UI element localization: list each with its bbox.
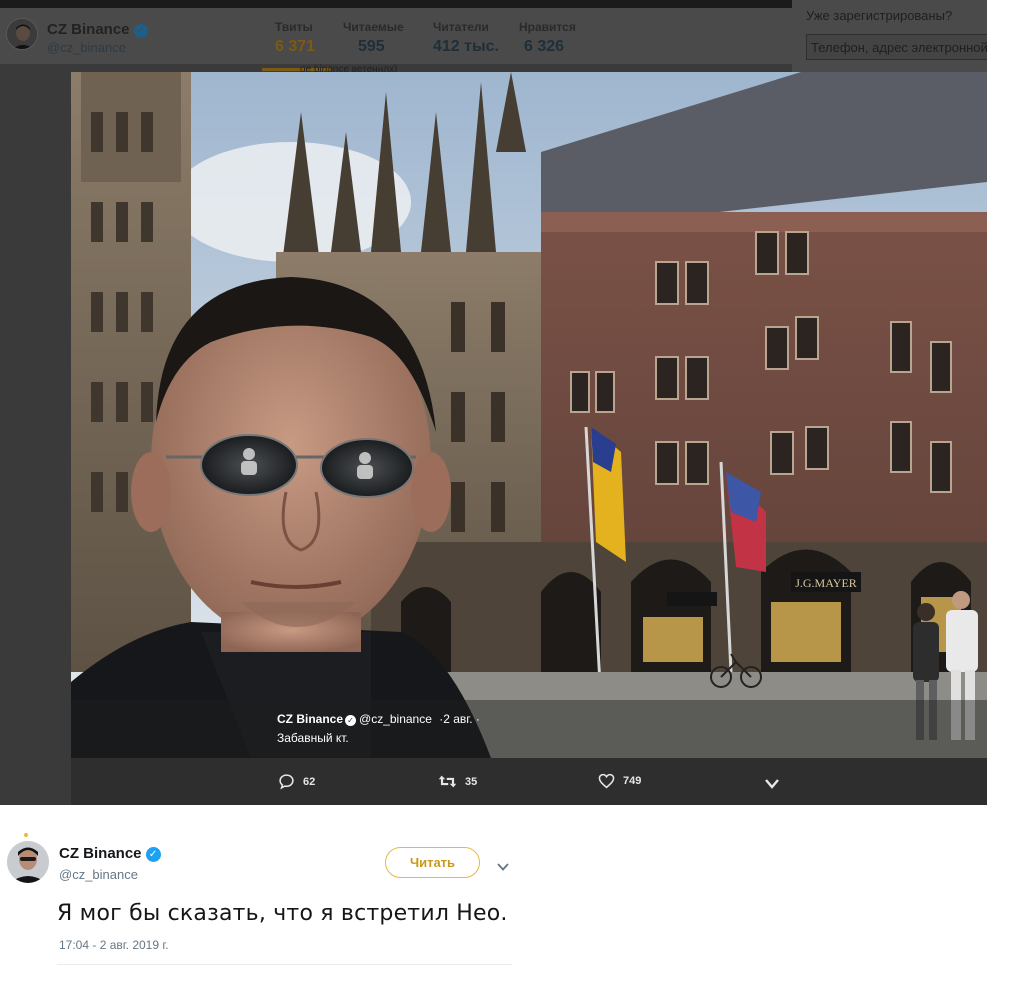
verified-icon: ✓ xyxy=(133,24,148,38)
like-count: 749 xyxy=(623,775,642,787)
more-options-button[interactable] xyxy=(765,776,779,794)
tweet-author-name[interactable]: CZ Binance ✓ xyxy=(59,845,161,862)
reply-count: 62 xyxy=(303,775,316,788)
like-button[interactable]: 749 xyxy=(598,773,641,789)
login-panel: Уже зарегистрированы? Телефон, адрес эле… xyxy=(792,0,987,72)
stat-label: Читаемые xyxy=(343,20,404,34)
stat-label: Читатели xyxy=(433,20,489,34)
tweet-card: CZ Binance ✓ @cz_binance Читать Я мог бы … xyxy=(0,805,1012,988)
tweet-text: Я мог бы сказать, что я встретил Нео. xyxy=(57,901,508,926)
tweet-avatar[interactable] xyxy=(7,841,49,883)
chevron-down-icon xyxy=(497,863,509,871)
stat-likes[interactable]: Нравится 6 326 xyxy=(519,20,576,56)
tweet-action-bar: 62 35 749 xyxy=(71,758,987,805)
stat-followers[interactable]: Читатели 412 тыс. xyxy=(433,20,499,56)
verified-icon: ✓ xyxy=(345,715,357,726)
tweet-divider xyxy=(57,964,512,965)
top-nav-strip xyxy=(0,0,792,8)
profile-name-text: CZ Binance xyxy=(47,21,130,38)
profile-name[interactable]: CZ Binance ✓ xyxy=(47,21,148,38)
decor-dot xyxy=(24,833,28,837)
retweet-icon xyxy=(438,775,457,788)
stat-tweets[interactable]: Твиты 6 371 xyxy=(275,20,315,56)
profile-handle: @cz_binance xyxy=(47,40,126,55)
login-phone-input[interactable]: Телефон, адрес электронной п xyxy=(806,34,987,60)
tweet-timestamp[interactable]: 17:04 - 2 авг. 2019 г. xyxy=(59,938,169,952)
verified-icon: ✓ xyxy=(145,847,161,862)
photo-caption: CZ Binance ✓ @cz_binance ·2 авг. · Забавны… xyxy=(71,700,987,758)
caption-handle[interactable]: @cz_binance xyxy=(359,712,432,726)
login-question: Уже зарегистрированы? xyxy=(806,8,953,23)
retweet-count: 35 xyxy=(465,775,478,788)
tweet-menu-button[interactable] xyxy=(497,858,509,876)
reply-icon xyxy=(279,774,294,790)
stat-value: 595 xyxy=(358,38,385,55)
tweet-author-name-text: CZ Binance xyxy=(59,845,142,862)
retweet-button[interactable]: 35 xyxy=(438,773,477,790)
profile-header: CZ Binance ✓ @cz_binance Твиты 6 371 Чита… xyxy=(0,8,792,75)
tweet-photo[interactable]: J.G.MAYER xyxy=(71,72,987,758)
caption-text: Забавный кт. xyxy=(277,731,349,745)
reply-button[interactable]: 62 xyxy=(278,773,315,790)
storefront-sign: J.G.MAYER xyxy=(795,576,857,590)
caption-meta: CZ Binance ✓ @cz_binance ·2 авг. · xyxy=(277,712,480,726)
follow-button[interactable]: Читать xyxy=(385,847,480,878)
tweet-author-handle[interactable]: @cz_binance xyxy=(59,867,138,882)
profile-avatar[interactable] xyxy=(6,18,38,50)
caption-name[interactable]: CZ Binance xyxy=(277,712,343,726)
stat-following[interactable]: Читаемые 595 xyxy=(343,20,404,56)
stat-value: 6 371 xyxy=(275,38,316,55)
heart-icon xyxy=(598,773,615,789)
stat-label: Нравится xyxy=(519,20,576,34)
caption-date[interactable]: ·2 авг. · xyxy=(439,712,480,726)
stat-value: 412 тыс. xyxy=(433,38,499,55)
stat-value: 6 326 xyxy=(524,38,565,55)
chevron-down-icon xyxy=(765,779,779,789)
stat-label: Твиты xyxy=(275,20,313,34)
